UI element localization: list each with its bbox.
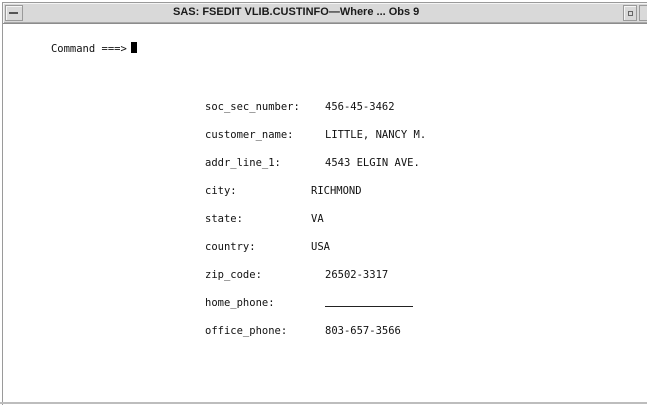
field-row-soc-sec-number: soc_sec_number: 456-45-3462 (205, 100, 645, 114)
field-row-country: country: USA (205, 240, 645, 254)
fsedit-screen: Command ===> soc_sec_number: 456-45-3462… (3, 24, 647, 405)
field-value-soc-sec-number[interactable]: 456-45-3462 (325, 100, 395, 114)
command-prompt: Command ===> (50, 43, 127, 55)
field-value-customer-name[interactable]: LITTLE, NANCY M. (325, 128, 426, 142)
maximize-button[interactable] (639, 5, 647, 21)
field-label-country: country: (205, 241, 256, 253)
field-row-addr-line-1: addr_line_1: 4543 ELGIN AVE. (205, 156, 645, 170)
field-label-office-phone: office_phone: (205, 325, 288, 337)
minimize-icon (628, 11, 633, 16)
field-row-home-phone: home_phone: (205, 296, 645, 310)
field-row-city: city: RICHMOND (205, 184, 645, 198)
window-bottom-border (0, 402, 647, 404)
field-label-state: state: (205, 213, 243, 225)
window-menu-icon (9, 12, 18, 14)
title-bar[interactable]: SAS: FSEDIT VLIB.CUSTINFO—Where ... Obs … (3, 3, 647, 24)
field-label-city: city: (205, 185, 237, 197)
field-row-state: state: VA (205, 212, 645, 226)
field-row-customer-name: customer_name: LITTLE, NANCY M. (205, 128, 645, 142)
field-value-country[interactable]: USA (311, 240, 330, 254)
field-value-city[interactable]: RICHMOND (311, 184, 362, 198)
field-row-zip-code: zip_code: 26502-3317 (205, 268, 645, 282)
field-label-customer-name: customer_name: (205, 129, 294, 141)
home-phone-blank-field[interactable] (325, 306, 413, 307)
window-menu-button[interactable] (5, 5, 23, 21)
field-label-zip-code: zip_code: (205, 269, 262, 281)
window-title: SAS: FSEDIT VLIB.CUSTINFO—Where ... Obs … (173, 6, 420, 18)
field-label-home-phone: home_phone: (205, 297, 275, 309)
command-line[interactable]: Command ===> (13, 28, 137, 55)
field-value-zip-code[interactable]: 26502-3317 (325, 268, 388, 282)
field-value-state[interactable]: VA (311, 212, 324, 226)
text-cursor (130, 42, 137, 53)
field-row-office-phone: office_phone: 803-657-3566 (205, 324, 645, 338)
fsedit-window: SAS: FSEDIT VLIB.CUSTINFO—Where ... Obs … (2, 2, 647, 405)
field-label-soc-sec-number: soc_sec_number: (205, 101, 300, 113)
minimize-button[interactable] (623, 5, 637, 21)
field-value-addr-line-1[interactable]: 4543 ELGIN AVE. (325, 156, 420, 170)
field-value-office-phone[interactable]: 803-657-3566 (325, 324, 401, 338)
field-label-addr-line-1: addr_line_1: (205, 157, 281, 169)
